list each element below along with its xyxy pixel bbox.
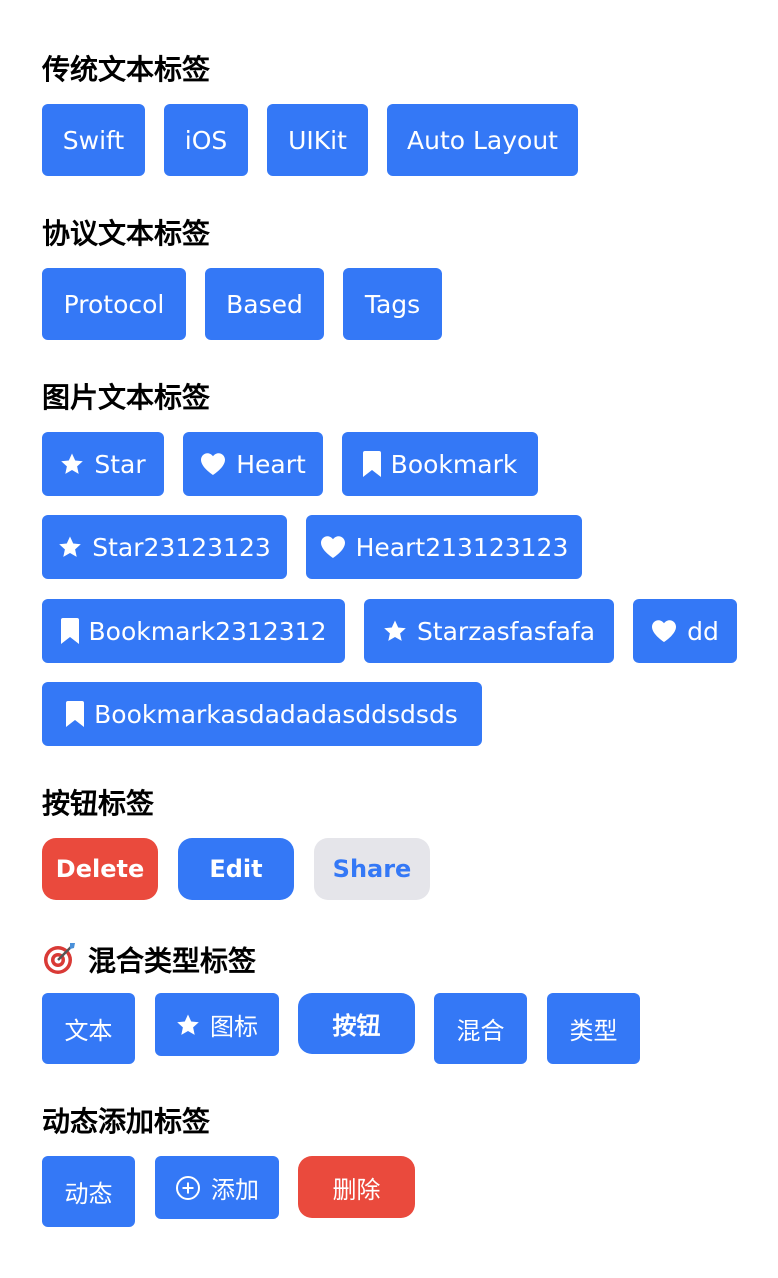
mixed-tag-text[interactable]: 文本 [42,993,135,1064]
star-icon [60,452,84,476]
delete-tag-button[interactable]: 删除 [298,1156,415,1218]
edit-button[interactable]: Edit [178,838,294,900]
tag-heart[interactable]: Heart [183,432,323,496]
tag-label: Bookmark [390,449,518,479]
star-icon [383,619,407,643]
tag-star23123123[interactable]: Star23123123 [42,515,287,579]
tag-label: Star [94,449,146,479]
tag-label: Heart [236,449,306,479]
delete-button[interactable]: Delete [42,838,158,900]
add-tag-button[interactable]: 添加 [155,1156,279,1219]
section-title-mixed-label: 混合类型标签 [88,944,257,978]
dynamic-tag[interactable]: 动态 [42,1156,135,1227]
tag-label: Heart213123123 [355,532,569,562]
tag-based[interactable]: Based [205,268,324,340]
section-title-dynamic: 动态添加标签 [42,1105,211,1138]
tag-bookmark2312312[interactable]: Bookmark2312312 [42,599,345,663]
tag-bookmarkasdadadasddsdsds[interactable]: Bookmarkasdadadasddsdsds [42,682,482,746]
tag-auto-layout[interactable]: Auto Layout [387,104,578,176]
heart-icon [320,535,346,559]
section-title-traditional: 传统文本标签 [42,53,211,86]
mixed-tag-icon[interactable]: 图标 [155,993,279,1056]
tag-tags[interactable]: Tags [343,268,442,340]
bookmark-icon [66,701,85,727]
section-title-image: 图片文本标签 [42,381,211,414]
tag-uikit[interactable]: UIKit [267,104,368,176]
mixed-tag-button[interactable]: 按钮 [298,993,415,1054]
tag-label: 添加 [211,1176,259,1204]
tag-dd[interactable]: dd [633,599,737,663]
bookmark-icon [362,451,381,477]
heart-icon [651,619,677,643]
mixed-tag-mixed[interactable]: 混合 [434,993,527,1064]
tag-label: Star23123123 [92,532,271,562]
tag-label: Bookmark2312312 [88,616,327,646]
section-title-buttons: 按钮标签 [42,787,155,820]
tag-label: 图标 [210,1013,258,1041]
share-button[interactable]: Share [314,838,430,900]
star-icon [58,535,82,559]
tag-starzasfasfafa[interactable]: Starzasfasfafa [364,599,614,663]
plus-circle-icon [175,1175,201,1201]
tag-ios[interactable]: iOS [164,104,248,176]
section-title-mixed: 混合类型标签 [42,940,256,985]
mixed-tag-type[interactable]: 类型 [547,993,640,1064]
tag-heart213123123[interactable]: Heart213123123 [306,515,582,579]
star-icon [176,1013,200,1037]
tag-label: Starzasfasfafa [416,616,596,646]
tag-star[interactable]: Star [42,432,164,496]
tag-protocol[interactable]: Protocol [42,268,186,340]
tag-bookmark[interactable]: Bookmark [342,432,538,496]
tag-swift[interactable]: Swift [42,104,145,176]
bookmark-icon [60,618,79,644]
target-icon [42,940,78,985]
tag-label: Bookmarkasdadadasddsdsds [94,699,458,729]
section-title-protocol: 协议文本标签 [42,217,211,250]
tag-label: dd [687,616,719,646]
heart-icon [200,452,226,476]
